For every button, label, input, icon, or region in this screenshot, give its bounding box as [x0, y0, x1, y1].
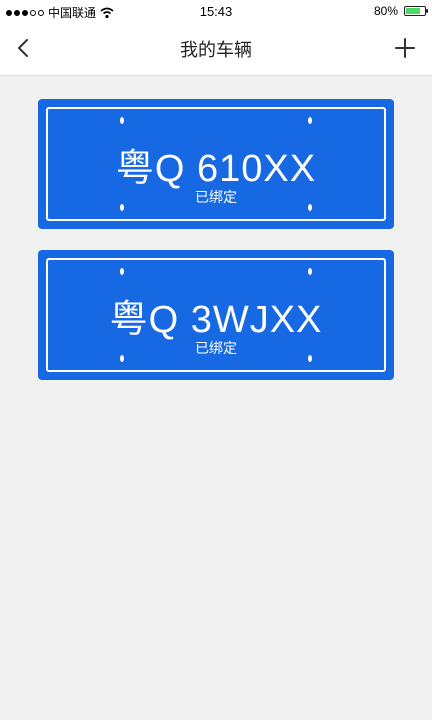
navigation-bar: 我的车辆: [0, 24, 432, 76]
status-right: 80%: [373, 4, 428, 18]
status-time: 15:43: [199, 4, 233, 19]
status-bar: 中国联通 15:43 80%: [0, 0, 432, 24]
battery-icon: [404, 6, 428, 16]
binding-status: 已绑定: [195, 340, 237, 356]
top-bar: 中国联通 15:43 80% 我的车辆: [0, 0, 432, 76]
vehicle-plate-card[interactable]: 粤Q 3WJXX 已绑定: [38, 250, 394, 380]
plate-number: 粤Q 3WJXX: [109, 299, 323, 341]
plus-icon: [395, 38, 415, 58]
plate-number: 粤Q 610XX: [115, 148, 317, 190]
rivet-icon: [120, 117, 124, 124]
page-title: 我的车辆: [180, 40, 252, 60]
battery-fill: [406, 8, 421, 14]
rivet-icon: [120, 268, 124, 275]
battery-percent: 80%: [373, 4, 398, 18]
add-vehicle-button[interactable]: [392, 34, 418, 62]
rivet-icon: [308, 117, 312, 124]
rivet-icon: [308, 268, 312, 275]
vehicle-plate-card[interactable]: 粤Q 610XX 已绑定: [38, 99, 394, 229]
binding-status: 已绑定: [195, 189, 237, 205]
